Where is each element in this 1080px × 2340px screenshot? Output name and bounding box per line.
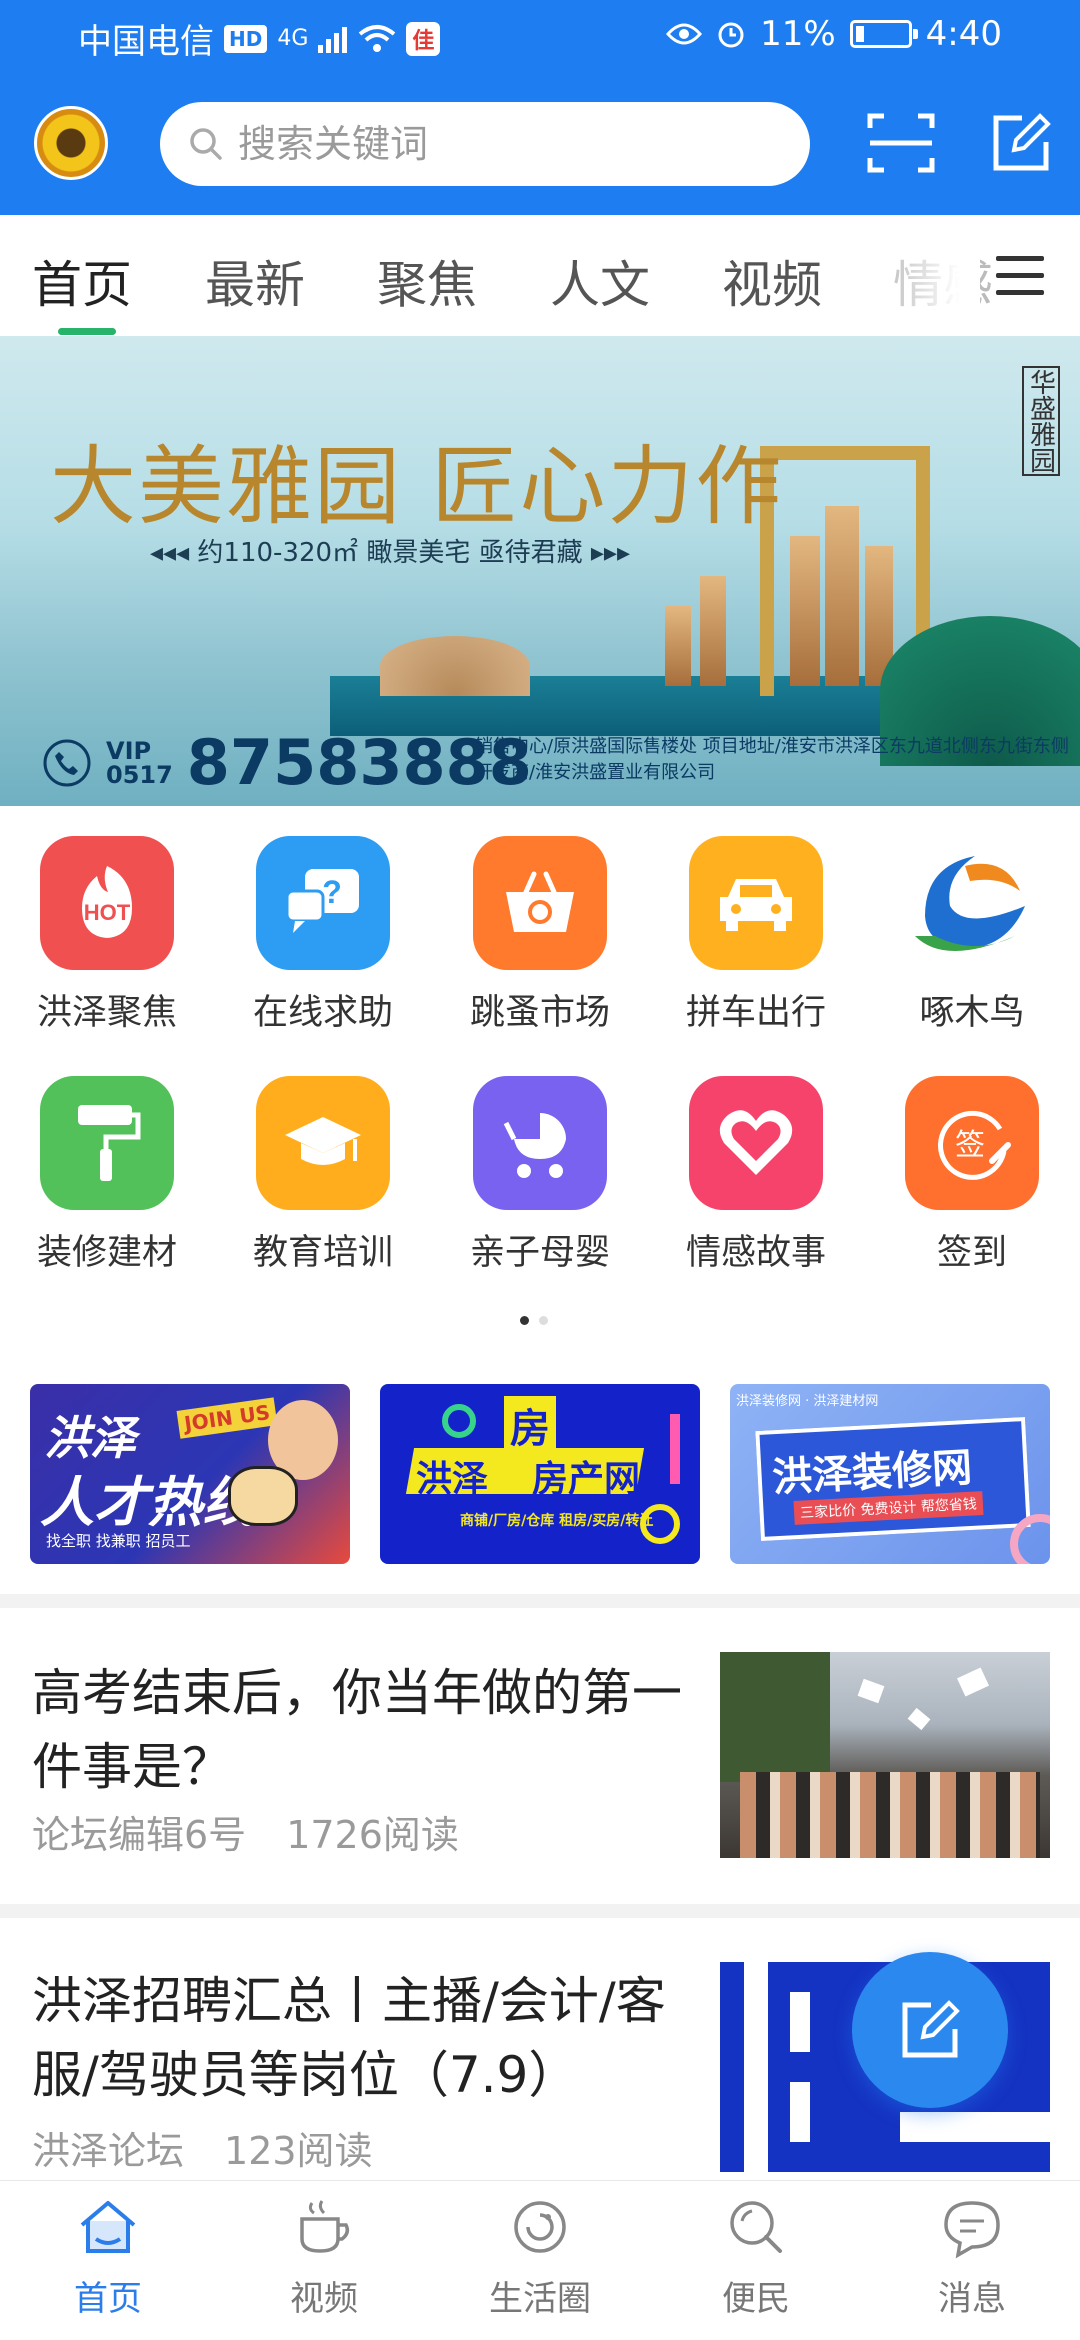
eye-comfort-icon: [666, 23, 703, 45]
search-input[interactable]: [238, 122, 758, 166]
grid-item-carpool[interactable]: 拼车出行: [666, 836, 846, 1035]
grid-item-decoration[interactable]: 装修建材: [17, 1076, 197, 1275]
coffee-cup-icon: [300, 2200, 350, 2253]
tab-video[interactable]: 视频: [722, 245, 822, 317]
promo-talent-hotline[interactable]: 洪泽 JOIN US 人才热线 找全职 找兼职 招员工: [30, 1384, 350, 1564]
post-fab-button[interactable]: [852, 1952, 1008, 2108]
grid-item-parenting[interactable]: 亲子母婴: [450, 1076, 630, 1275]
clock: 4:40: [925, 14, 1002, 54]
grid-item-woodpecker[interactable]: 啄木鸟: [882, 836, 1062, 1035]
basket-icon: [473, 836, 607, 970]
paint-roller-icon: [40, 1076, 174, 1210]
sign-in-icon: 签: [905, 1076, 1039, 1210]
phone-icon: [43, 739, 91, 786]
alarm-icon: [718, 22, 744, 48]
ad-banner[interactable]: 大美雅园 匠心力作 ◂◂◂ 约110-320㎡ 瞰景美宅 亟待君藏 ▸▸▸ 华盛…: [0, 336, 1080, 806]
news-meta: 洪泽论坛 123阅读: [32, 2129, 373, 2173]
nav-messages[interactable]: 消息: [872, 2195, 1072, 2320]
signal-icon: [318, 26, 348, 53]
tabs-menu-icon[interactable]: [996, 256, 1044, 296]
active-tab-indicator: [58, 328, 116, 335]
wifi-icon: [359, 24, 396, 52]
svg-text:签: 签: [955, 1128, 985, 1163]
network-type: 4G: [277, 26, 309, 51]
home-icon: [80, 2201, 136, 2253]
carrier-label: 中国电信: [78, 22, 214, 62]
car-icon: [689, 836, 823, 970]
grid-item-education[interactable]: 教育培训: [233, 1076, 413, 1275]
woodpecker-logo-icon: [905, 836, 1039, 970]
grid-item-flea-market[interactable]: 跳蚤市场: [450, 836, 630, 1035]
tab-latest[interactable]: 最新: [205, 245, 305, 317]
promo-real-estate[interactable]: 房 洪泽 房产网 商铺/厂房/仓库 租房/买房/转让: [380, 1384, 700, 1564]
tab-culture[interactable]: 人文: [550, 245, 650, 317]
help-chat-icon: ?: [256, 836, 390, 970]
status-bar: 中国电信 HD 4G 佳 11% 4:40: [0, 0, 1080, 72]
battery-icon: [849, 20, 918, 48]
message-bubble-icon: [944, 2201, 1000, 2259]
search-icon: [190, 128, 222, 160]
scan-button[interactable]: [864, 106, 938, 180]
news-thumbnail[interactable]: [720, 1652, 1050, 1858]
banner-info: 销售中心/原洪盛国际售楼处 项目地址/淮安市洪泽区东九道北侧东九街东侧 开发商/…: [475, 736, 1069, 783]
life-circle-icon: [514, 2201, 566, 2253]
nav-life-circle[interactable]: 生活圈: [440, 2195, 640, 2320]
grid-item-sign-in[interactable]: 签 签到: [882, 1076, 1062, 1275]
search-icon: [730, 2201, 782, 2253]
news-meta: 论坛编辑6号 1726阅读: [32, 1813, 459, 1857]
news-title[interactable]: 洪泽招聘汇总丨主播/会计/客服/驾驶员等岗位（7.9）: [32, 1964, 692, 2112]
svg-text:HOT: HOT: [84, 900, 131, 925]
svg-text:?: ?: [322, 874, 342, 910]
banner-subtitle: ◂◂◂ 约110-320㎡ 瞰景美宅 亟待君藏 ▸▸▸: [150, 538, 630, 568]
compose-icon: [902, 2000, 960, 2058]
grid-item-hongze-focus[interactable]: HOT 洪泽聚焦: [17, 836, 197, 1035]
grid-item-online-help[interactable]: ? 在线求助: [233, 836, 413, 1035]
tab-focus[interactable]: 聚焦: [377, 245, 477, 317]
grid-page-indicator: [520, 1316, 548, 1325]
nav-home[interactable]: 首页: [8, 2195, 208, 2320]
hot-icon: HOT: [40, 836, 174, 970]
banner-phone: VIP 0517 87583888: [42, 726, 532, 799]
nav-convenience[interactable]: 便民: [656, 2195, 856, 2320]
banner-seal: 华盛雅园: [1022, 366, 1060, 476]
bottom-navigation: 首页 视频 生活圈 便民 消息: [0, 2180, 1080, 2340]
tab-home[interactable]: 首页: [32, 245, 132, 317]
heart-icon: [689, 1076, 823, 1210]
search-bar[interactable]: [160, 102, 810, 186]
compose-button[interactable]: [984, 106, 1058, 180]
graduation-cap-icon: [256, 1076, 390, 1210]
news-title[interactable]: 高考结束后，你当年做的第一件事是？: [32, 1656, 692, 1804]
app-notification-icon: 佳: [406, 21, 441, 56]
nav-video[interactable]: 视频: [224, 2195, 424, 2320]
banner-title: 大美雅园 匠心力作: [50, 437, 784, 537]
battery-percent: 11%: [760, 14, 836, 54]
compose-icon: [993, 113, 1051, 171]
scan-icon: [867, 113, 935, 173]
user-avatar[interactable]: [34, 106, 108, 180]
grid-item-emotion-story[interactable]: 情感故事: [666, 1076, 846, 1275]
app-header: 中国电信 HD 4G 佳 11% 4:40: [0, 0, 1080, 215]
baby-stroller-icon: [473, 1076, 607, 1210]
hd-badge: HD: [224, 24, 268, 53]
promo-decoration-net[interactable]: 洪泽装修网 · 洪泽建材网 洪泽装修网 三家比价 免费设计 帮您省钱: [730, 1384, 1050, 1564]
